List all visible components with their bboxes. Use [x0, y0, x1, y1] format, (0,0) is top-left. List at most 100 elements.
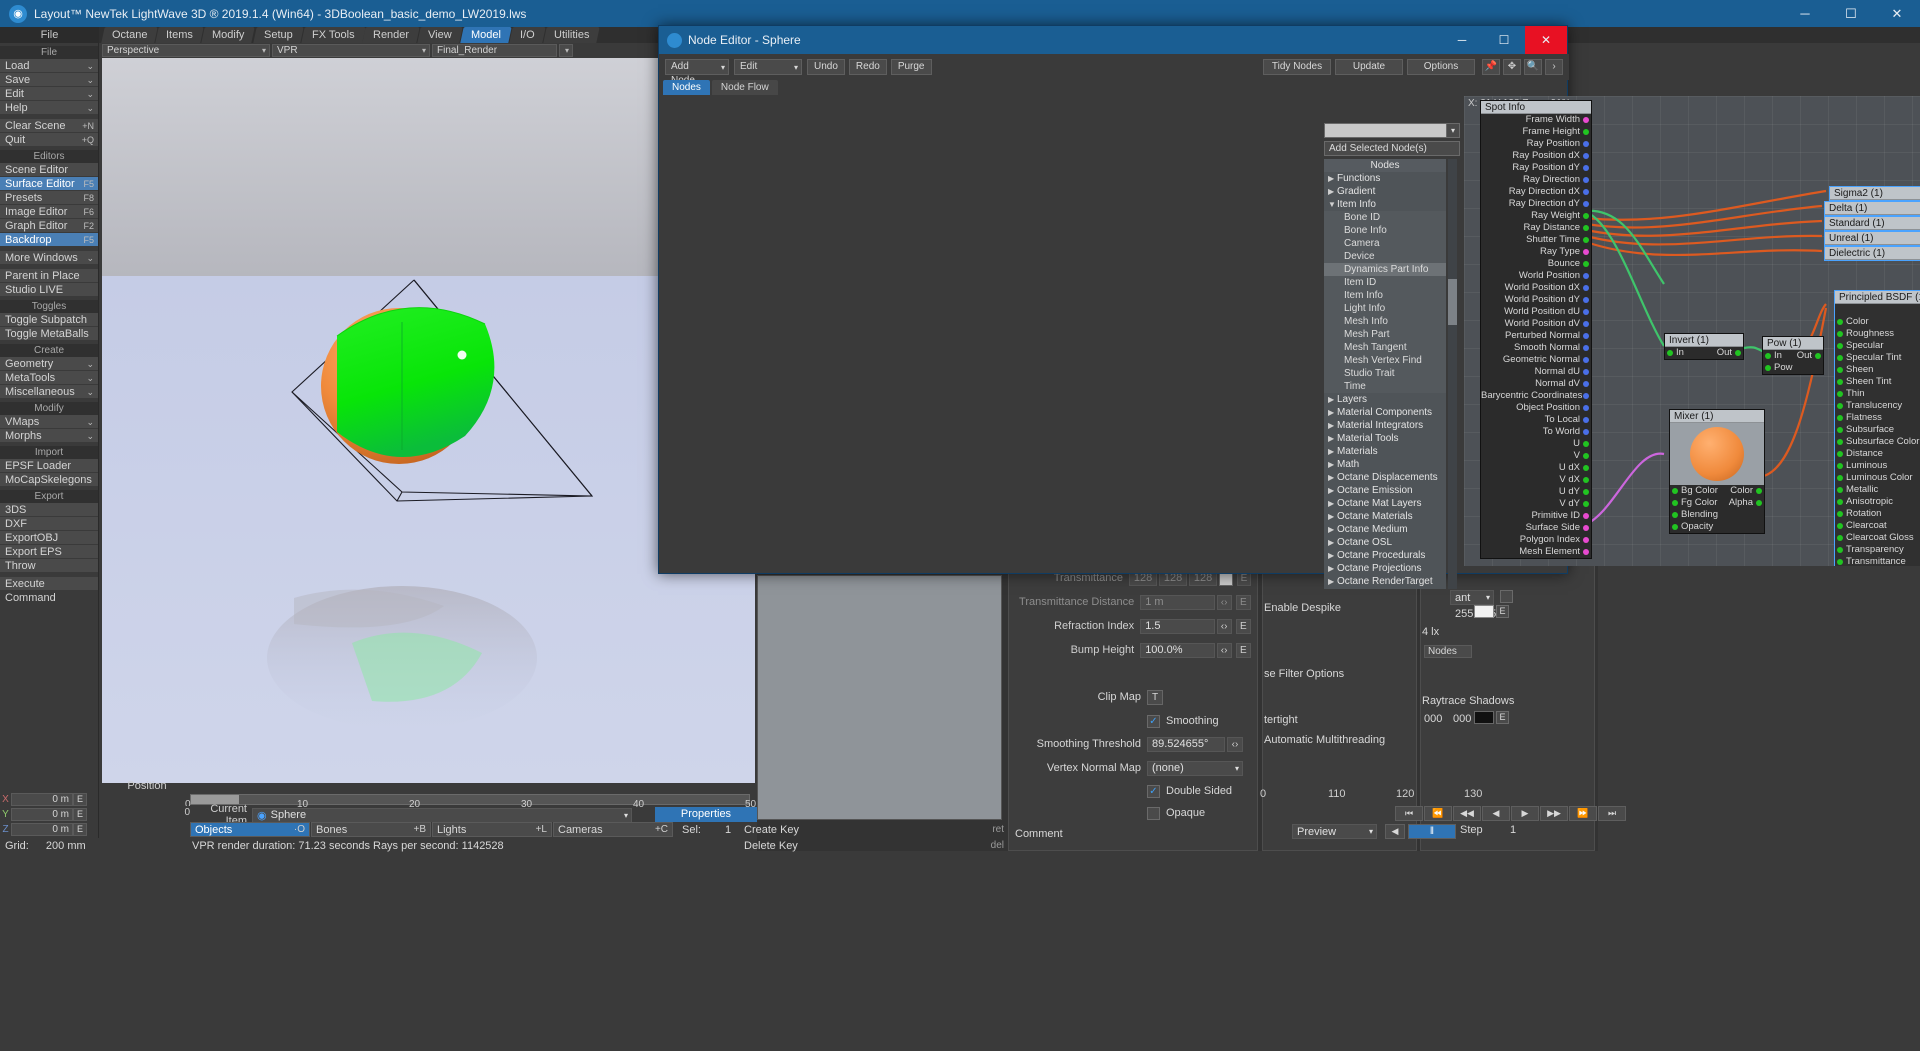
- sidebar-item-surface-editor[interactable]: Surface Editor F5: [0, 177, 98, 191]
- graph-node-principled[interactable]: Principled BSDF (1)MaterialColorRoughnes…: [1834, 290, 1920, 566]
- node-output-port[interactable]: V: [1481, 450, 1591, 462]
- port-dot-icon[interactable]: [1672, 488, 1678, 494]
- node-output-port[interactable]: Ray Distance: [1481, 222, 1591, 234]
- node-output-port[interactable]: Alpha: [1729, 497, 1764, 509]
- node-tree-item-mesh-info[interactable]: Mesh Info: [1324, 315, 1446, 328]
- preview-dropdown[interactable]: Preview ▾: [1292, 824, 1377, 839]
- port-dot-icon[interactable]: [1583, 333, 1589, 339]
- select-mode-cameras[interactable]: Cameras +C: [553, 822, 673, 837]
- sidebar-item-execute-command[interactable]: Execute Command: [0, 577, 98, 604]
- graph-node-title[interactable]: Sigma2 (1): [1830, 187, 1920, 200]
- transport-step-forward-icon[interactable]: ▶▶: [1540, 806, 1568, 821]
- graph-node-dielectric[interactable]: Dielectric (1): [1824, 246, 1920, 261]
- node-output-port[interactable]: Color: [1730, 485, 1764, 497]
- sidebar-item-graph-editor[interactable]: Graph Editor F2: [0, 219, 98, 233]
- node-tree-item-camera[interactable]: Camera: [1324, 237, 1446, 250]
- port-dot-icon[interactable]: [1837, 499, 1843, 505]
- node-output-port[interactable]: Ray Position dY: [1481, 162, 1591, 174]
- node-output-port[interactable]: Polygon Index: [1481, 534, 1591, 546]
- viewport-preset-dropdown[interactable]: Final_Render: [432, 44, 557, 57]
- node-input-port[interactable]: Specular Tint: [1835, 352, 1920, 364]
- chevron-right-icon[interactable]: ▶: [1328, 471, 1337, 484]
- sidebar-item-scene-editor[interactable]: Scene Editor: [0, 163, 98, 177]
- node-input-port[interactable]: In: [1665, 347, 1684, 359]
- step-value[interactable]: 1: [1510, 824, 1516, 836]
- graph-node-mixer[interactable]: Mixer (1) Bg Color Color Fg Color Alpha Blend…: [1669, 409, 1765, 534]
- sidebar-item-quit[interactable]: Quit +Q: [0, 133, 98, 147]
- node-input-port[interactable]: Anisotropic: [1835, 496, 1920, 508]
- sidebar-item-studio-live[interactable]: Studio LIVE: [0, 283, 98, 297]
- ant-dropdown[interactable]: ant ▾: [1450, 590, 1494, 605]
- chevron-right-icon[interactable]: ▶: [1328, 419, 1337, 432]
- node-input-port[interactable]: Distance: [1835, 448, 1920, 460]
- chevron-right-icon[interactable]: ▶: [1328, 523, 1337, 536]
- node-search-input[interactable]: [1324, 123, 1452, 138]
- expand-icon[interactable]: ›: [1545, 59, 1563, 75]
- node-tree-item-octane-osl[interactable]: ▶ Octane OSL: [1324, 536, 1446, 549]
- node-tree-item-bone-info[interactable]: Bone Info: [1324, 224, 1446, 237]
- graph-node-title[interactable]: Principled BSDF (1): [1835, 291, 1920, 304]
- node-output-port[interactable]: Perturbed Normal: [1481, 330, 1591, 342]
- smoothing-threshold-envelope-icon[interactable]: ‹›: [1227, 736, 1243, 752]
- graph-node-title[interactable]: Pow (1): [1763, 337, 1823, 350]
- port-dot-icon[interactable]: [1583, 153, 1589, 159]
- graph-node-delta[interactable]: Delta (1): [1824, 201, 1920, 216]
- node-output-port[interactable]: Ray Position: [1481, 138, 1591, 150]
- maximize-button[interactable]: ☐: [1828, 0, 1874, 27]
- node-output-port[interactable]: Primitive ID: [1481, 510, 1591, 522]
- port-dot-icon[interactable]: [1583, 225, 1589, 231]
- graph-node-title[interactable]: Invert (1): [1665, 334, 1743, 347]
- update-button[interactable]: Update: [1335, 59, 1403, 75]
- port-dot-icon[interactable]: [1583, 309, 1589, 315]
- node-tree-scrollbar[interactable]: [1448, 159, 1457, 589]
- port-dot-icon[interactable]: [1583, 501, 1589, 507]
- port-dot-icon[interactable]: [1583, 201, 1589, 207]
- port-dot-icon[interactable]: [1583, 237, 1589, 243]
- node-tree-item-octane-mat-layers[interactable]: ▶ Octane Mat Layers: [1324, 497, 1446, 510]
- sidebar-item-presets[interactable]: Presets F8: [0, 191, 98, 205]
- node-editor-tab-node-flow[interactable]: Node Flow: [711, 80, 778, 95]
- port-dot-icon[interactable]: [1583, 177, 1589, 183]
- position-value-field[interactable]: 0 m: [11, 823, 73, 836]
- node-input-port[interactable]: Luminous Color: [1835, 472, 1920, 484]
- port-dot-icon[interactable]: [1583, 165, 1589, 171]
- port-dot-icon[interactable]: [1583, 141, 1589, 147]
- node-output-port[interactable]: To World: [1481, 426, 1591, 438]
- port-dot-icon[interactable]: [1583, 525, 1589, 531]
- copy-icon[interactable]: [1500, 590, 1513, 603]
- port-dot-icon[interactable]: [1583, 213, 1589, 219]
- graph-node-unreal[interactable]: Unreal (1): [1824, 231, 1920, 246]
- pin-icon[interactable]: 📌: [1482, 59, 1500, 75]
- menu-tab-view[interactable]: View: [417, 27, 463, 43]
- port-dot-icon[interactable]: [1765, 365, 1771, 371]
- chevron-right-icon[interactable]: ▶: [1328, 549, 1337, 562]
- port-dot-icon[interactable]: [1583, 489, 1589, 495]
- node-tree-item-functions[interactable]: ▶ Functions: [1324, 172, 1446, 185]
- surface-envelope-icon[interactable]: ‹›: [1216, 594, 1232, 610]
- sidebar-item-vmaps[interactable]: VMaps ⌄: [0, 415, 98, 429]
- position-value-field[interactable]: 0 m: [11, 808, 73, 821]
- node-output-port[interactable]: Surface Side: [1481, 522, 1591, 534]
- close-button[interactable]: ✕: [1874, 0, 1920, 27]
- port-dot-icon[interactable]: [1583, 117, 1589, 123]
- port-dot-icon[interactable]: [1672, 512, 1678, 518]
- chevron-right-icon[interactable]: ▶: [1328, 562, 1337, 575]
- menu-tab-octane[interactable]: Octane: [101, 27, 159, 43]
- color-swatch-white[interactable]: [1474, 605, 1494, 618]
- port-dot-icon[interactable]: [1837, 547, 1843, 553]
- menu-tab-setup[interactable]: Setup: [253, 27, 304, 43]
- node-output-port[interactable]: World Position dY: [1481, 294, 1591, 306]
- node-tree-item-math[interactable]: ▶ Math: [1324, 458, 1446, 471]
- port-dot-icon[interactable]: [1837, 559, 1843, 565]
- node-output-port[interactable]: U dY: [1481, 486, 1591, 498]
- node-output-port[interactable]: To Local: [1481, 414, 1591, 426]
- node-editor-tab-nodes[interactable]: Nodes: [663, 80, 710, 95]
- menu-tab-items[interactable]: Items: [155, 27, 205, 43]
- transport-step-back-icon[interactable]: ◀◀: [1453, 806, 1481, 821]
- port-dot-icon[interactable]: [1837, 343, 1843, 349]
- nodes-toggle-label[interactable]: Nodes: [1424, 645, 1472, 658]
- ne-minimize-button[interactable]: ─: [1441, 26, 1483, 54]
- node-tree-item-time[interactable]: Time: [1324, 380, 1446, 393]
- node-tree-item-item-id[interactable]: Item ID: [1324, 276, 1446, 289]
- minimize-button[interactable]: ─: [1782, 0, 1828, 27]
